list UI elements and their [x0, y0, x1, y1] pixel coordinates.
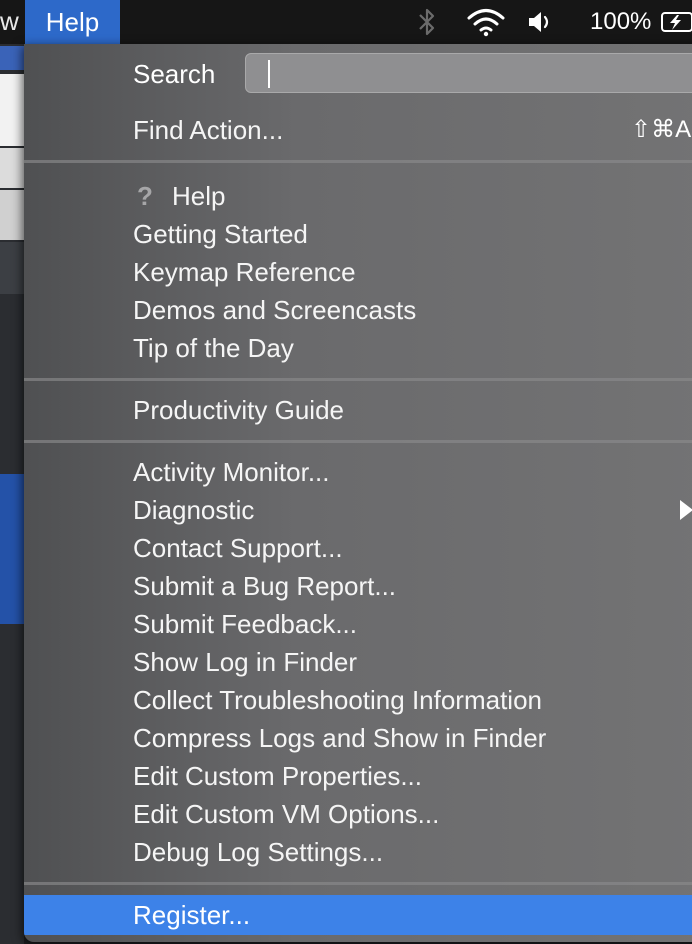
- submenu-arrow-icon: [680, 500, 692, 520]
- find-action-shortcut: ⇧⌘A: [631, 116, 692, 143]
- background-app-field: [0, 190, 24, 240]
- menu-item-submit-feedback[interactable]: Submit Feedback...: [133, 605, 357, 643]
- battery-charging-icon[interactable]: [660, 0, 692, 44]
- menu-item-show-log-in-finder[interactable]: Show Log in Finder: [133, 643, 357, 681]
- text-caret: [268, 60, 270, 88]
- menu-item-find-action[interactable]: Find Action...: [133, 111, 283, 149]
- search-input[interactable]: [245, 53, 692, 93]
- volume-icon[interactable]: [526, 0, 556, 44]
- menu-item-register-highlight: [24, 895, 692, 935]
- menu-item-activity-monitor[interactable]: Activity Monitor...: [133, 453, 330, 491]
- menu-item-debug-log-settings[interactable]: Debug Log Settings...: [133, 833, 383, 871]
- menu-item-productivity-guide[interactable]: Productivity Guide: [133, 391, 344, 429]
- help-dropdown-menu: Search Find Action... ⇧⌘A ? Help Getting…: [24, 44, 692, 942]
- menu-item-contact-support[interactable]: Contact Support...: [133, 529, 343, 567]
- menu-item-demos-screencasts[interactable]: Demos and Screencasts: [133, 291, 416, 329]
- menu-item-tip-of-the-day[interactable]: Tip of the Day: [133, 329, 294, 367]
- menu-item-collect-troubleshooting[interactable]: Collect Troubleshooting Information: [133, 681, 542, 719]
- wifi-icon[interactable]: [466, 0, 506, 44]
- menu-item-submit-bug-report[interactable]: Submit a Bug Report...: [133, 567, 396, 605]
- background-app-tabbar: [0, 148, 24, 188]
- bluetooth-icon[interactable]: [416, 0, 438, 44]
- menu-bar-previous-item[interactable]: w: [0, 6, 19, 37]
- menu-item-getting-started[interactable]: Getting Started: [133, 215, 308, 253]
- menu-separator: [24, 440, 692, 443]
- menu-separator: [24, 378, 692, 381]
- menu-bar: w Help 100%: [0, 0, 692, 44]
- background-app: [0, 44, 24, 944]
- background-app-row: [0, 242, 24, 294]
- menu-item-diagnostic[interactable]: Diagnostic: [133, 491, 254, 529]
- screen: w Help 100% Search Find Action... ⇧⌘A ? …: [0, 0, 692, 944]
- background-app-toolbar: [0, 46, 24, 70]
- search-label: Search: [133, 59, 216, 89]
- menu-item-edit-custom-properties[interactable]: Edit Custom Properties...: [133, 757, 422, 795]
- menu-separator: [24, 160, 692, 163]
- background-app-panel: [0, 74, 24, 146]
- menu-separator: [24, 882, 692, 885]
- menu-item-compress-logs[interactable]: Compress Logs and Show in Finder: [133, 719, 546, 757]
- menu-item-register[interactable]: Register...: [133, 896, 250, 934]
- background-app-selection: [0, 474, 24, 624]
- menu-item-help[interactable]: Help: [172, 177, 225, 215]
- menu-item-edit-custom-vm-options[interactable]: Edit Custom VM Options...: [133, 795, 439, 833]
- question-mark-icon: ?: [137, 181, 153, 211]
- menu-bar-help[interactable]: Help: [25, 0, 120, 44]
- battery-percent: 100%: [590, 8, 652, 35]
- menu-item-keymap-reference[interactable]: Keymap Reference: [133, 253, 356, 291]
